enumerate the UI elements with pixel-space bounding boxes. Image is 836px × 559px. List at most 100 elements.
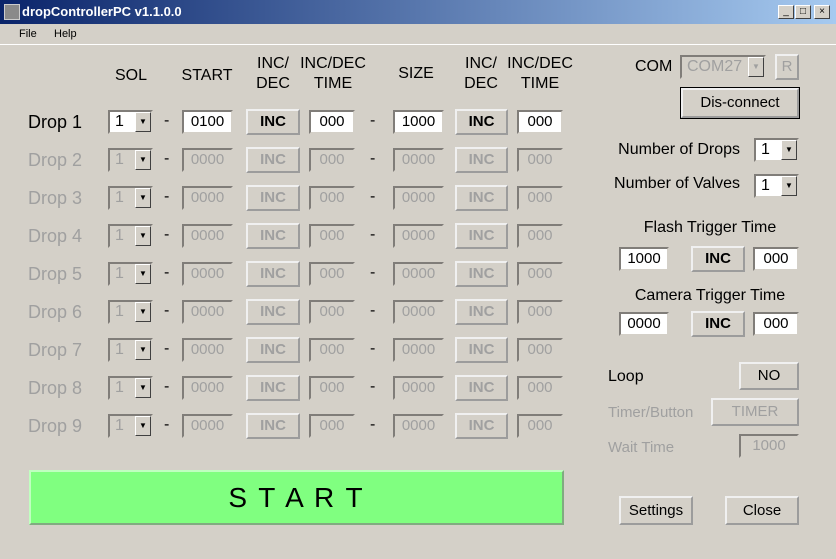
num-valves-label: Number of Valves: [614, 175, 740, 192]
start-input[interactable]: 0000: [182, 224, 233, 248]
start-inc-button[interactable]: INC: [246, 109, 300, 135]
size-input[interactable]: 0000: [393, 224, 444, 248]
size-input[interactable]: 0000: [393, 300, 444, 324]
size-input[interactable]: 0000: [393, 414, 444, 438]
camera-step-input[interactable]: 000: [753, 312, 799, 336]
start-incdec-time-input[interactable]: 000: [309, 224, 355, 248]
drop-label: Drop 7: [28, 340, 83, 360]
sol-select[interactable]: 1 ▼: [108, 376, 153, 400]
size-input[interactable]: 0000: [393, 262, 444, 286]
start-incdec-time-input[interactable]: 000: [309, 300, 355, 324]
start-incdec-time-input[interactable]: 000: [309, 262, 355, 286]
close-window-button[interactable]: ×: [814, 5, 830, 19]
timer-toggle-button[interactable]: TIMER: [711, 398, 799, 426]
disconnect-button[interactable]: Dis-connect: [680, 87, 800, 119]
start-input[interactable]: 0000: [182, 338, 233, 362]
dash: -: [370, 112, 376, 129]
size-incdec-time-input[interactable]: 000: [517, 376, 563, 400]
size-inc-button[interactable]: INC: [455, 223, 508, 249]
start-input[interactable]: 0000: [182, 186, 233, 210]
start-inc-button[interactable]: INC: [246, 375, 300, 401]
minimize-button[interactable]: _: [778, 5, 794, 19]
size-inc-button[interactable]: INC: [455, 109, 508, 135]
sol-select[interactable]: 1 ▼: [108, 338, 153, 362]
dash: -: [370, 150, 376, 167]
com-port-value: COM27: [687, 58, 743, 75]
sol-value: 1: [115, 341, 124, 358]
start-incdec-time-input[interactable]: 000: [309, 338, 355, 362]
size-incdec-time-input[interactable]: 000: [517, 262, 563, 286]
num-drops-value: 1: [761, 141, 770, 158]
maximize-button[interactable]: □: [795, 5, 811, 19]
start-incdec-time-input[interactable]: 000: [309, 376, 355, 400]
size-input[interactable]: 0000: [393, 148, 444, 172]
com-port-select[interactable]: COM27 ▼: [680, 55, 766, 79]
sol-select[interactable]: 1 ▼: [108, 186, 153, 210]
flash-inc-button[interactable]: INC: [691, 246, 745, 272]
size-input[interactable]: 1000: [393, 110, 444, 134]
size-inc-button[interactable]: INC: [455, 185, 508, 211]
wait-time-input[interactable]: 1000: [739, 434, 799, 458]
sol-value: 1: [115, 151, 124, 168]
start-inc-button[interactable]: INC: [246, 299, 300, 325]
size-inc-button[interactable]: INC: [455, 261, 508, 287]
timer-button-label: Timer/Button: [608, 404, 694, 421]
start-input[interactable]: 0000: [182, 376, 233, 400]
start-incdec-time-input[interactable]: 000: [309, 148, 355, 172]
header-incdec-1: INC/ DEC: [256, 55, 290, 92]
size-incdec-time-input[interactable]: 000: [517, 110, 563, 134]
header-incdec-time-1: INC/DEC TIME: [300, 55, 366, 92]
start-button[interactable]: S T A R T: [29, 470, 564, 525]
menu-file[interactable]: File: [19, 28, 37, 40]
start-input[interactable]: 0000: [182, 300, 233, 324]
size-incdec-time-input[interactable]: 000: [517, 300, 563, 324]
start-inc-button[interactable]: INC: [246, 337, 300, 363]
dash: -: [370, 264, 376, 281]
start-input[interactable]: 0100: [182, 110, 233, 134]
start-inc-button[interactable]: INC: [246, 185, 300, 211]
sol-select[interactable]: 1 ▼: [108, 224, 153, 248]
size-input[interactable]: 0000: [393, 338, 444, 362]
sol-select[interactable]: 1 ▼: [108, 148, 153, 172]
size-incdec-time-input[interactable]: 000: [517, 186, 563, 210]
start-incdec-time-input[interactable]: 000: [309, 414, 355, 438]
wait-time-label: Wait Time: [608, 439, 675, 456]
dash: -: [370, 302, 376, 319]
size-inc-button[interactable]: INC: [455, 375, 508, 401]
loop-toggle-button[interactable]: NO: [739, 362, 799, 390]
sol-select[interactable]: 1 ▼: [108, 110, 153, 134]
size-input[interactable]: 0000: [393, 376, 444, 400]
menu-help[interactable]: Help: [54, 28, 77, 40]
sol-select[interactable]: 1 ▼: [108, 414, 153, 438]
sol-value: 1: [115, 417, 124, 434]
start-inc-button[interactable]: INC: [246, 223, 300, 249]
size-incdec-time-input[interactable]: 000: [517, 148, 563, 172]
start-incdec-time-input[interactable]: 000: [309, 186, 355, 210]
refresh-com-button[interactable]: R: [775, 54, 799, 80]
start-input[interactable]: 0000: [182, 148, 233, 172]
sol-select[interactable]: 1 ▼: [108, 300, 153, 324]
size-inc-button[interactable]: INC: [455, 337, 508, 363]
settings-button[interactable]: Settings: [619, 496, 693, 525]
num-valves-select[interactable]: 1 ▼: [754, 174, 799, 198]
num-drops-select[interactable]: 1 ▼: [754, 138, 799, 162]
size-incdec-time-input[interactable]: 000: [517, 414, 563, 438]
flash-step-input[interactable]: 000: [753, 247, 799, 271]
size-inc-button[interactable]: INC: [455, 413, 508, 439]
close-button[interactable]: Close: [725, 496, 799, 525]
start-incdec-time-input[interactable]: 000: [309, 110, 355, 134]
size-inc-button[interactable]: INC: [455, 299, 508, 325]
size-inc-button[interactable]: INC: [455, 147, 508, 173]
size-input[interactable]: 0000: [393, 186, 444, 210]
size-incdec-time-input[interactable]: 000: [517, 338, 563, 362]
start-input[interactable]: 0000: [182, 262, 233, 286]
sol-select[interactable]: 1 ▼: [108, 262, 153, 286]
camera-inc-button[interactable]: INC: [691, 311, 745, 337]
start-inc-button[interactable]: INC: [246, 147, 300, 173]
start-input[interactable]: 0000: [182, 414, 233, 438]
size-incdec-time-input[interactable]: 000: [517, 224, 563, 248]
camera-trigger-input[interactable]: 0000: [619, 312, 669, 336]
flash-trigger-input[interactable]: 1000: [619, 247, 669, 271]
start-inc-button[interactable]: INC: [246, 261, 300, 287]
start-inc-button[interactable]: INC: [246, 413, 300, 439]
